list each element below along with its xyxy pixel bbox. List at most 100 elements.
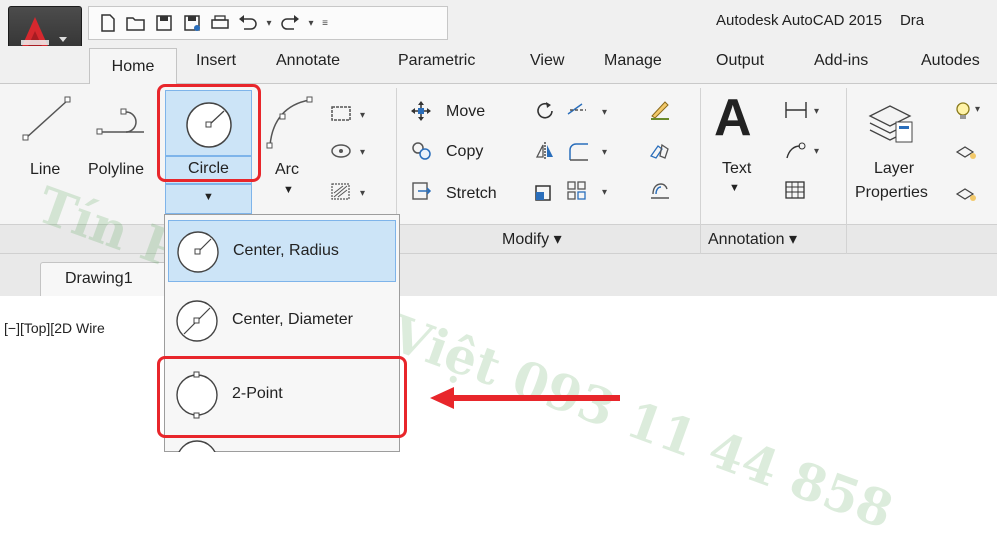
menu-item-center-radius[interactable]: Center, Radius — [168, 220, 396, 282]
svg-text:▾: ▾ — [602, 107, 607, 118]
svg-text:▾: ▾ — [360, 147, 365, 158]
save-as-icon[interactable] — [179, 10, 205, 36]
plot-icon[interactable] — [207, 10, 233, 36]
menu-item-partial[interactable] — [172, 436, 222, 482]
redo-icon[interactable] — [277, 10, 303, 36]
move-label: Move — [446, 103, 486, 120]
stretch-icon — [412, 182, 432, 200]
tab-parametric[interactable]: Parametric — [398, 52, 475, 70]
linear-dimension-icon: ▾ — [785, 102, 819, 118]
trim-icon: ▾ — [567, 103, 607, 118]
tab-output[interactable]: Output — [716, 52, 764, 70]
ellipse-icon: ▾ — [331, 144, 365, 158]
quick-access-toolbar: ▾ ▾ ≡ — [88, 6, 448, 40]
text-dropdown-icon[interactable]: ▼ — [729, 182, 740, 194]
layer-label-1: Layer — [874, 160, 915, 177]
svg-text:▾: ▾ — [602, 147, 607, 158]
circle-highlight-box — [157, 84, 261, 182]
layer-label-2: Properties — [855, 184, 928, 201]
leader-button[interactable]: ▾ — [784, 140, 824, 164]
copy-icon — [412, 142, 431, 160]
scale-button[interactable] — [534, 180, 558, 206]
layer-isolate-icon[interactable] — [955, 184, 979, 208]
explode-button[interactable] — [648, 140, 672, 166]
tab-insert[interactable]: Insert — [196, 52, 236, 70]
dimension-button[interactable]: ▾ — [784, 100, 824, 124]
two-point-highlight-box — [157, 356, 407, 438]
ellipse-button[interactable]: ▾ — [330, 141, 370, 165]
mirror-button[interactable] — [534, 140, 558, 166]
layer-properties-button[interactable] — [866, 96, 918, 152]
copy-button[interactable] — [410, 140, 434, 166]
layer-state-icon[interactable] — [955, 142, 979, 166]
trim-button[interactable]: ▾ — [566, 100, 614, 126]
leader-icon: ▾ — [786, 142, 819, 159]
stretch-label: Stretch — [446, 185, 497, 202]
tab-view[interactable]: View — [530, 52, 564, 70]
circle-dropdown-button[interactable]: ▼ — [165, 184, 252, 214]
arc-dropdown-icon[interactable]: ▼ — [283, 184, 294, 196]
menu-item-center-diameter[interactable]: Center, Diameter — [168, 290, 396, 352]
lightbulb-icon[interactable] — [952, 100, 976, 128]
polyline-button[interactable] — [94, 98, 156, 148]
polyline-label: Polyline — [88, 161, 145, 178]
explode-icon — [649, 143, 669, 159]
panel-separator — [700, 224, 701, 254]
offset-button[interactable] — [648, 180, 672, 206]
array-icon: ▾ — [567, 181, 607, 200]
tab-add-ins[interactable]: Add-ins — [814, 52, 868, 70]
line-button[interactable] — [18, 94, 74, 148]
rectangle-icon: ▾ — [331, 106, 365, 121]
erase-button[interactable] — [648, 98, 672, 126]
hatch-button[interactable]: ▾ — [330, 182, 370, 206]
annotation-panel-title[interactable]: Annotation ▾ — [708, 229, 797, 249]
svg-text:▾: ▾ — [814, 146, 819, 157]
modify-panel-title[interactable]: Modify ▾ — [502, 229, 562, 249]
copy-label: Copy — [446, 143, 484, 160]
rectangle-button[interactable]: ▾ — [330, 104, 370, 128]
text-icon[interactable]: A — [714, 92, 752, 144]
stretch-button[interactable] — [410, 180, 434, 206]
partial-circle-icon — [176, 440, 218, 482]
center-diameter-label: Center, Diameter — [232, 311, 353, 328]
redo-dropdown-icon[interactable]: ▾ — [305, 10, 317, 36]
line-icon — [22, 96, 71, 141]
layer-dropdown-icon[interactable]: ▾ — [975, 104, 980, 115]
tab-home[interactable]: Home — [89, 48, 177, 84]
svg-text:▾: ▾ — [814, 106, 819, 117]
scale-icon — [535, 185, 551, 201]
save-icon[interactable] — [151, 10, 177, 36]
svg-text:▾: ▾ — [602, 187, 607, 198]
center-radius-icon — [177, 231, 219, 273]
undo-icon[interactable] — [235, 10, 261, 36]
tab-manage[interactable]: Manage — [604, 52, 662, 70]
fillet-button[interactable]: ▾ — [566, 140, 614, 166]
polyline-icon — [96, 108, 144, 135]
panel-separator — [700, 88, 701, 224]
move-button[interactable] — [410, 100, 434, 126]
svg-text:▾: ▾ — [360, 110, 365, 121]
mirror-icon — [535, 142, 553, 160]
open-folder-icon[interactable] — [123, 10, 149, 36]
arc-button[interactable] — [264, 94, 316, 156]
viewport-controls[interactable]: [−][Top][2D Wire — [4, 320, 105, 336]
red-arrow-icon — [430, 387, 620, 409]
undo-dropdown-icon[interactable]: ▾ — [263, 10, 275, 36]
rotate-button[interactable] — [534, 100, 558, 126]
table-icon — [785, 181, 805, 199]
rotate-icon — [537, 102, 553, 119]
new-file-icon[interactable] — [95, 10, 121, 36]
tab-autodesk[interactable]: Autodes — [921, 52, 980, 70]
layer-properties-icon — [868, 105, 913, 143]
arc-label: Arc — [275, 161, 299, 178]
center-radius-label: Center, Radius — [233, 242, 339, 259]
tab-annotate[interactable]: Annotate — [276, 52, 340, 70]
table-button[interactable] — [784, 180, 808, 204]
fillet-icon: ▾ — [569, 143, 607, 161]
customize-toolbar-icon[interactable]: ≡ — [319, 10, 331, 36]
panel-separator — [846, 88, 847, 224]
array-button[interactable]: ▾ — [566, 180, 614, 206]
center-diameter-icon — [176, 300, 218, 342]
hatch-icon: ▾ — [331, 183, 365, 200]
move-icon — [411, 101, 431, 121]
